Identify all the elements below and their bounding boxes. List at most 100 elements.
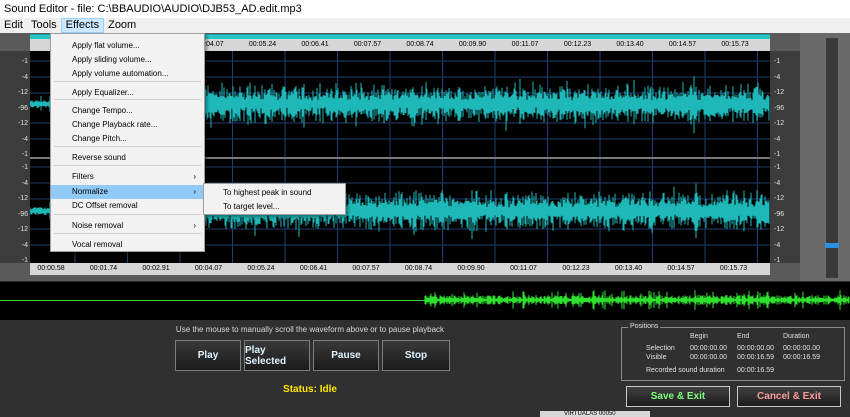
db-scale-label: -12: [774, 195, 785, 202]
taskbar-peek: VIRTUALAS 00050: [540, 411, 650, 417]
overview-strip[interactable]: [0, 282, 850, 320]
menu-separator: [54, 214, 201, 215]
menu-tools[interactable]: Tools: [27, 18, 61, 33]
menu-zoom[interactable]: Zoom: [104, 18, 140, 33]
menu-separator: [54, 81, 201, 82]
visible-end: 00:00:16.59: [737, 354, 774, 361]
time-tick-label: 00:05.24: [247, 265, 275, 272]
positions-title: Positions: [628, 323, 661, 330]
time-tick-label: 00:15.73: [719, 265, 748, 272]
menu-item-change-tempo[interactable]: Change Tempo...: [51, 104, 204, 118]
menu-item-label: Change Pitch...: [72, 134, 127, 143]
selection-duration: 00:00:00.00: [783, 345, 820, 352]
db-scale-label: -4: [774, 241, 781, 249]
menu-item-dc-offset-removal[interactable]: DC Offset removal: [51, 199, 204, 213]
recorded-label: Recorded sound duration: [646, 367, 725, 374]
effects-menu: Apply flat volume... Apply sliding volume…: [50, 33, 205, 252]
time-tick-label: 00:11.07: [511, 41, 539, 48]
normalize-submenu: To highest peak in sound To target level.…: [203, 183, 346, 215]
menu-item-apply-flat-volume[interactable]: Apply flat volume...: [51, 39, 204, 53]
db-scale-label: -12: [17, 89, 28, 96]
db-scale-label: -4: [21, 73, 28, 81]
db-scale-label: -12: [774, 226, 785, 233]
menu-edit[interactable]: Edit: [0, 18, 27, 33]
db-scale-label: -1: [21, 151, 28, 158]
db-scale-label: -4: [21, 241, 28, 249]
menu-item-change-playback-rate[interactable]: Change Playback rate...: [51, 118, 204, 132]
menu-item-reverse-sound[interactable]: Reverse sound: [51, 151, 204, 165]
menu-separator: [54, 146, 201, 147]
menu-item-apply-equalizer[interactable]: Apply Equalizer...: [51, 86, 204, 100]
menu-item-label: Vocal removal: [72, 240, 123, 249]
db-scale-label: -4: [774, 73, 781, 81]
db-scale-label: -1: [21, 257, 28, 264]
time-tick-label: 00:01.74: [89, 265, 118, 272]
time-tick-label: 00:07.57: [352, 265, 380, 272]
db-scale-label: -12: [17, 226, 28, 233]
time-tick-label: 00:14.57: [668, 41, 697, 48]
header-duration: Duration: [783, 333, 810, 340]
time-tick-label: 00:08.74: [406, 41, 434, 48]
db-scale-label: -1: [774, 151, 781, 158]
menu-item-label: Apply Equalizer...: [72, 88, 134, 97]
menu-item-vocal-removal[interactable]: Vocal removal: [51, 238, 204, 252]
menu-item-label: Noise removal: [72, 221, 124, 230]
db-scale-label: -12: [774, 120, 785, 127]
menu-item-label: Change Tempo...: [72, 106, 133, 115]
status-text: Status: Idle: [283, 384, 337, 395]
selection-begin: 00:00:00.00: [690, 345, 727, 352]
visible-duration: 00:00:16.59: [783, 354, 820, 361]
bottom-time-ruler[interactable]: 00:00.58 00:01.74 00:02.91 00:04.07 00:05.24…: [30, 263, 770, 275]
save-exit-button[interactable]: Save & Exit: [626, 386, 730, 407]
db-scale-label: -1: [774, 58, 781, 65]
submenu-target-level[interactable]: To target level...: [204, 200, 345, 214]
overview-waveform: [424, 290, 850, 310]
menu-separator: [54, 165, 201, 166]
vertical-zoom-scrollbar[interactable]: [826, 38, 838, 278]
vertical-zoom-thumb[interactable]: [825, 243, 839, 248]
time-tick-label: 00:13.40: [616, 41, 644, 48]
db-scale-label: -4: [21, 179, 28, 187]
selection-end: 00:00:00.00: [737, 345, 774, 352]
time-tick-label: 00:06.41: [299, 265, 328, 272]
header-begin: Begin: [690, 333, 708, 340]
time-tick-label: 00:00.58: [37, 265, 65, 272]
menu-effects[interactable]: Effects: [60, 18, 105, 33]
menu-item-normalize[interactable]: Normalize ›: [51, 185, 204, 199]
menu-separator: [54, 233, 201, 234]
visible-begin: 00:00:00.00: [690, 354, 727, 361]
cancel-exit-button[interactable]: Cancel & Exit: [737, 386, 841, 407]
db-scale-label: -96: [17, 210, 28, 218]
menu-item-label: DC Offset removal: [72, 201, 138, 210]
menu-item-apply-sliding-volume[interactable]: Apply sliding volume...: [51, 53, 204, 67]
visible-label: Visible: [646, 354, 667, 361]
db-scale-label: -4: [774, 179, 781, 187]
time-tick-label: 00:13.40: [614, 265, 643, 272]
menu-item-noise-removal[interactable]: Noise removal ›: [51, 219, 204, 233]
play-selected-button[interactable]: Play Selected: [244, 340, 310, 371]
time-tick-label: 00:05.24: [248, 41, 277, 48]
play-button[interactable]: Play: [175, 340, 241, 371]
time-tick-label: 00:14.57: [667, 265, 695, 272]
menu-item-label: Apply sliding volume...: [72, 55, 152, 64]
time-tick-label: 00:02.91: [142, 265, 170, 272]
time-tick-label: 00:09.90: [458, 41, 487, 48]
menu-item-change-pitch[interactable]: Change Pitch...: [51, 132, 204, 146]
stop-button[interactable]: Stop: [382, 340, 450, 371]
submenu-highest-peak[interactable]: To highest peak in sound: [204, 186, 345, 200]
time-tick-label: 00:09.90: [457, 265, 485, 272]
db-scale-label: -96: [17, 104, 28, 112]
overview-waveform-svg: [424, 290, 850, 310]
db-scale-label: -1: [774, 257, 781, 264]
time-tick-label: 00:08.74: [404, 265, 433, 272]
overview-silence-line: [0, 300, 425, 301]
menu-item-filters[interactable]: Filters ›: [51, 170, 204, 184]
recorded-duration: 00:00:16.59: [737, 367, 774, 374]
menu-item-label: Filters: [72, 172, 94, 181]
window-title: Sound Editor - file: C:\BBAUDIO\AUDIO\DJ…: [0, 0, 850, 18]
submenu-arrow-icon: ›: [193, 221, 196, 230]
menu-item-label: Normalize: [72, 187, 109, 196]
pause-button[interactable]: Pause: [313, 340, 379, 371]
time-tick-label: 00:07.57: [353, 41, 382, 48]
menu-item-apply-volume-automation[interactable]: Apply volume automation...: [51, 67, 204, 81]
